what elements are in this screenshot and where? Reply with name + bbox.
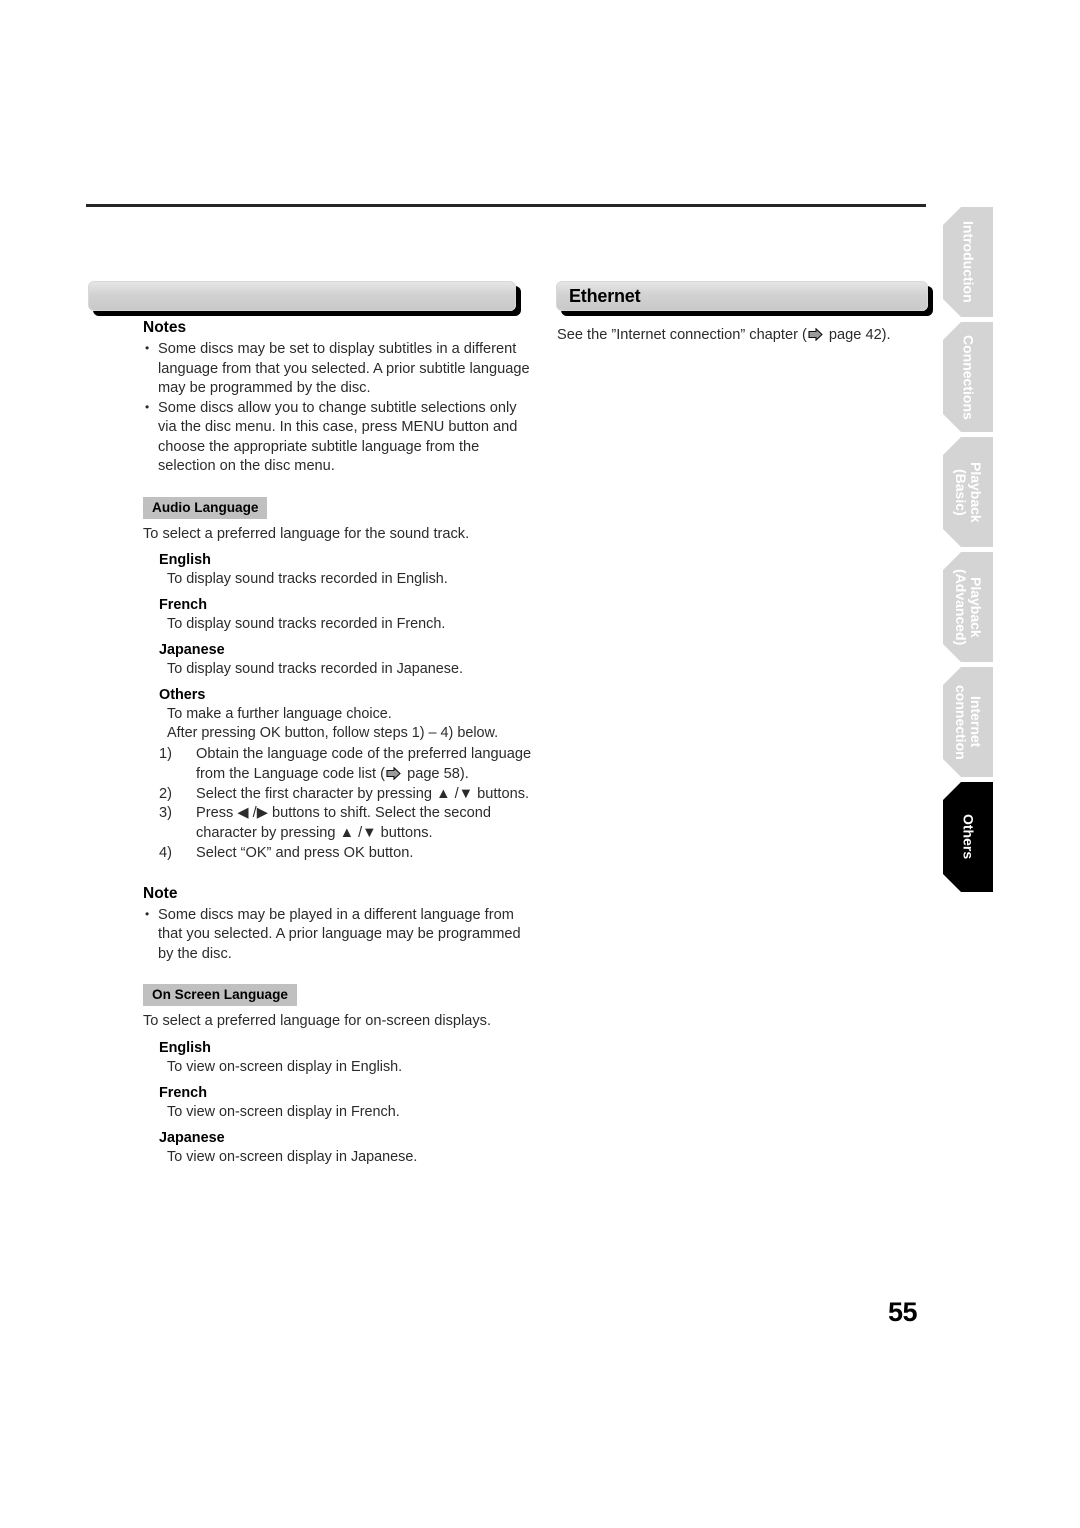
option-name-french-osd: French bbox=[159, 1084, 207, 1101]
side-tab-label: Others bbox=[960, 814, 977, 860]
section-header-bar-left bbox=[88, 281, 516, 311]
side-tab-introduction[interactable]: Introduction bbox=[943, 207, 993, 317]
step-3: 3) Press ◀ /▶ buttons to shift. Select th… bbox=[159, 804, 533, 844]
left-column: Notes Some discs may be set to display s… bbox=[143, 318, 533, 1167]
side-tab-label: Introduction bbox=[960, 221, 977, 303]
side-tab-others[interactable]: Others bbox=[943, 782, 993, 892]
audio-language-section: Audio Language To select a preferred lan… bbox=[143, 496, 533, 864]
top-horizontal-rule bbox=[86, 204, 926, 207]
side-tab-label: Internet connection bbox=[953, 684, 984, 760]
option-name-others-audio: Others bbox=[159, 687, 206, 703]
side-tab-playback-basic[interactable]: Playback (Basic) bbox=[943, 437, 993, 547]
ethernet-ref-after: page 42). bbox=[824, 327, 891, 343]
step-4-number: 4) bbox=[159, 844, 172, 861]
on-screen-language-section: On Screen Language To select a preferred… bbox=[143, 984, 533, 1167]
side-tab-label: Playback (Advanced) bbox=[953, 568, 984, 646]
manual-page: Ethernet Notes Some discs may be set to … bbox=[0, 0, 1080, 1528]
ethernet-ref-before: See the ”Internet connection” chapter ( bbox=[557, 327, 807, 343]
on-screen-language-lead: To select a preferred language for on-sc… bbox=[143, 1013, 492, 1030]
step-4: 4) Select “OK” and press OK button. bbox=[159, 844, 533, 864]
list-item: Some discs allow you to change subtitle … bbox=[143, 398, 533, 477]
others-steps-list: 1) Obtain the language code of the prefer… bbox=[143, 745, 533, 864]
step-2: 2) Select the first character by pressing… bbox=[159, 785, 533, 805]
note-bullet-list: Some discs may be played in a different … bbox=[143, 905, 533, 965]
side-tab-connections[interactable]: Connections bbox=[943, 322, 993, 432]
notes-heading: Notes bbox=[143, 319, 187, 336]
side-tab-playback-advanced[interactable]: Playback (Advanced) bbox=[943, 552, 993, 662]
option-name-french-audio: French bbox=[159, 597, 207, 613]
list-item: Some discs may be played in a different … bbox=[143, 905, 533, 965]
step-3-text: Press ◀ /▶ buttons to shift. Select the … bbox=[196, 805, 492, 842]
side-tab-label: Connections bbox=[960, 334, 977, 420]
option-desc-others-audio: To make a further language choice. bbox=[167, 706, 392, 722]
option-name-english-osd: English bbox=[159, 1039, 211, 1056]
section-header-right-title: Ethernet bbox=[569, 285, 641, 306]
option-desc-japanese-osd: To view on-screen display in Japanese. bbox=[167, 1148, 418, 1165]
page-pointer-icon bbox=[386, 766, 401, 781]
step-1-text-before: Obtain the language code of the preferre… bbox=[196, 746, 532, 782]
note-section: Note Some discs may be played in a diffe… bbox=[143, 884, 533, 965]
option-desc-japanese-audio: To display sound tracks recorded in Japa… bbox=[167, 661, 463, 677]
option-desc-english-osd: To view on-screen display in English. bbox=[167, 1058, 403, 1075]
option-desc-french-audio: To display sound tracks recorded in Fren… bbox=[167, 616, 446, 632]
step-3-number: 3) bbox=[159, 805, 172, 822]
step-1: 1) Obtain the language code of the prefer… bbox=[159, 745, 533, 785]
option-desc-french-osd: To view on-screen display in French. bbox=[167, 1103, 400, 1120]
option-name-japanese-audio: Japanese bbox=[159, 642, 225, 658]
page-pointer-icon bbox=[808, 327, 823, 342]
step-2-number: 2) bbox=[159, 785, 172, 802]
option-name-japanese-osd: Japanese bbox=[159, 1129, 225, 1146]
right-column: See the ”Internet connection” chapter ( … bbox=[557, 326, 929, 346]
option-name-english-audio: English bbox=[159, 552, 211, 568]
others-steps-intro: After pressing OK button, follow steps 1… bbox=[167, 725, 499, 741]
note-heading: Note bbox=[143, 884, 178, 902]
page-number: 55 bbox=[888, 1297, 918, 1327]
side-tab-label: Playback (Basic) bbox=[953, 461, 984, 523]
step-1-text-after: page 58). bbox=[403, 765, 469, 782]
section-header-bar-ethernet: Ethernet bbox=[556, 281, 928, 311]
step-4-text: Select “OK” and press OK button. bbox=[196, 844, 414, 861]
audio-language-chip: Audio Language bbox=[143, 496, 268, 519]
option-desc-english-audio: To display sound tracks recorded in Engl… bbox=[167, 571, 448, 587]
step-2-text: Select the first character by pressing ▲… bbox=[196, 785, 530, 802]
notes-bullet-list: Some discs may be set to display subtitl… bbox=[143, 339, 533, 477]
list-item: Some discs may be set to display subtitl… bbox=[143, 339, 533, 399]
side-index-tabs: Introduction Connections Playback (Basic… bbox=[943, 0, 993, 1528]
audio-language-lead: To select a preferred language for the s… bbox=[143, 525, 470, 542]
on-screen-language-chip: On Screen Language bbox=[143, 984, 297, 1007]
ethernet-reference-text: See the ”Internet connection” chapter ( … bbox=[557, 326, 929, 346]
side-tab-internet-connection[interactable]: Internet connection bbox=[943, 667, 993, 777]
step-1-number: 1) bbox=[159, 746, 172, 762]
